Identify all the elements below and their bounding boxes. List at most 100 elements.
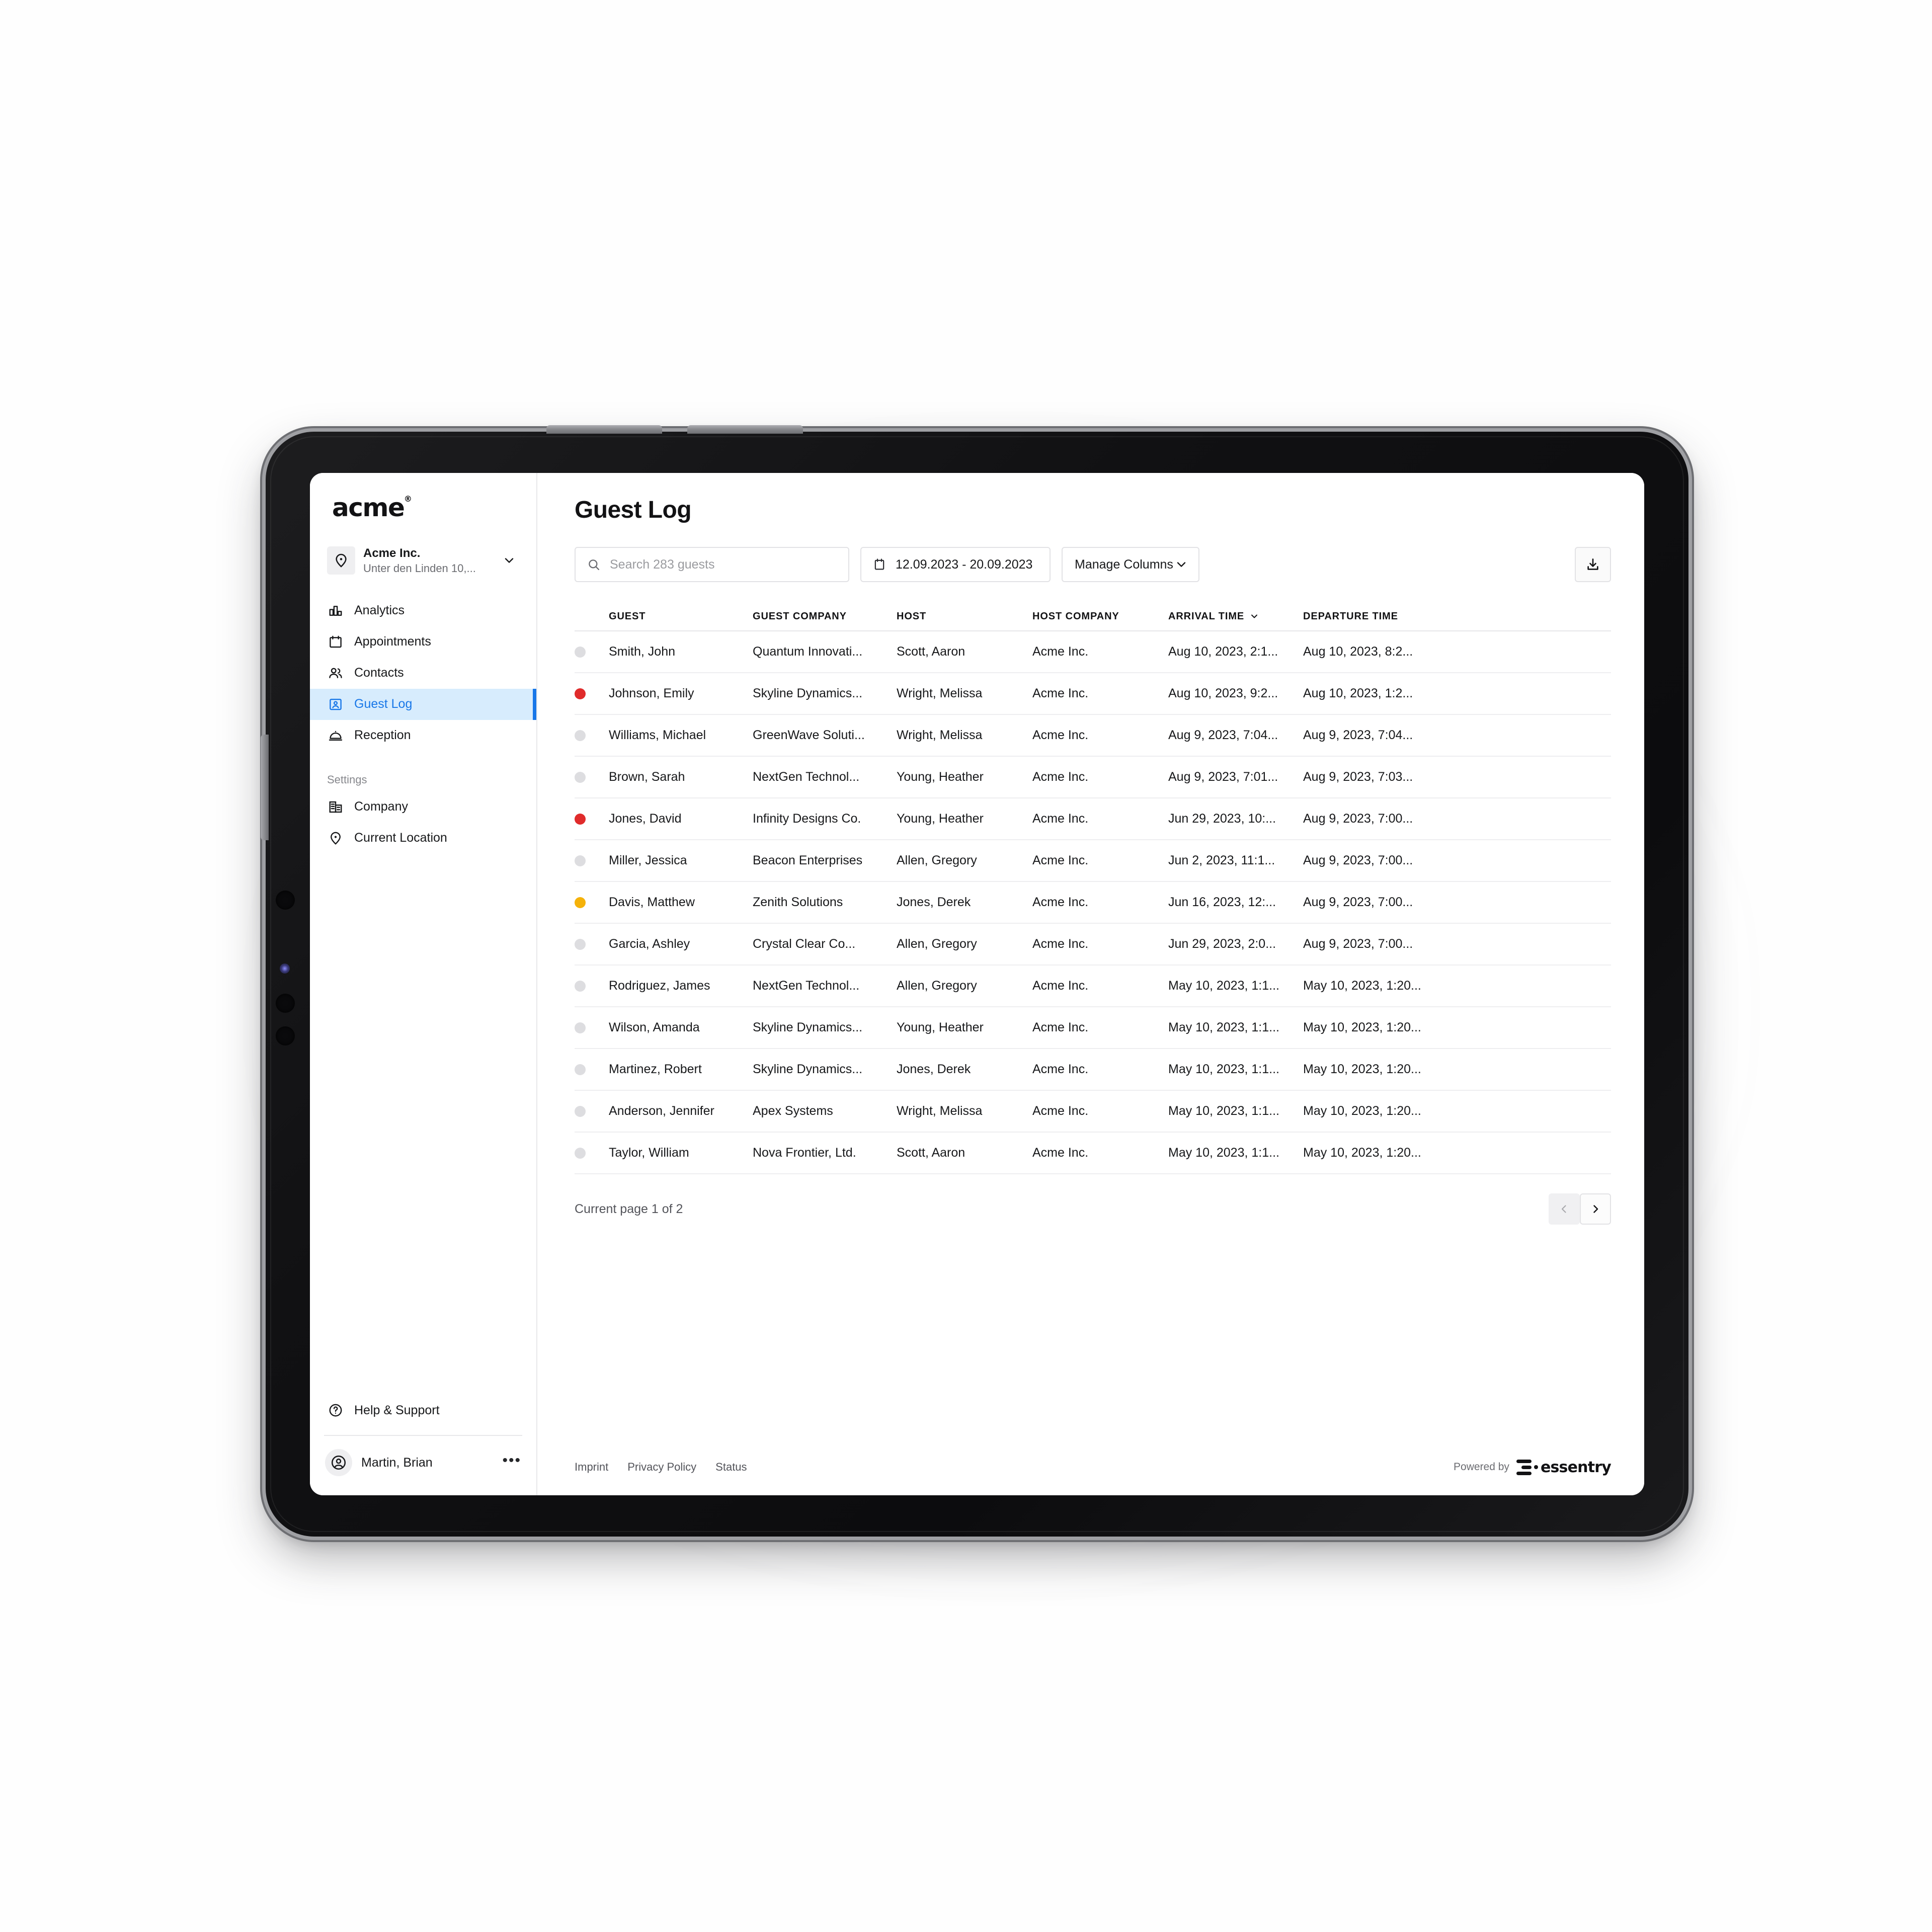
table-body: Smith, John Quantum Innovati... Scott, Aar…: [575, 631, 1611, 1174]
cell-host: Young, Heather: [897, 812, 984, 826]
volume-down-button[interactable]: [687, 425, 803, 434]
cell-departure-time: Aug 9, 2023, 7:00...: [1303, 937, 1413, 951]
sidebar-user-row[interactable]: Martin, Brian •••: [310, 1436, 536, 1495]
cell-host: Allen, Gregory: [897, 937, 977, 951]
powered-by: Powered by essentry: [1454, 1459, 1612, 1476]
cell-host: Allen, Gregory: [897, 979, 977, 993]
chevron-right-icon: [1589, 1203, 1601, 1215]
cell-departure-time: May 10, 2023, 1:20...: [1303, 979, 1421, 993]
sidebar: acme® Acme Inc. Unter den Linden 10,...: [310, 473, 537, 1495]
column-header-departure-time[interactable]: DEPARTURE TIME: [1303, 611, 1611, 622]
power-button[interactable]: [261, 735, 269, 840]
table-row[interactable]: Brown, Sarah NextGen Technol... Young, Hea…: [575, 757, 1611, 798]
cell-host: Wright, Melissa: [897, 1104, 983, 1118]
table-row[interactable]: Jones, David Infinity Designs Co. Young, H…: [575, 798, 1611, 840]
status-badge: [575, 688, 609, 699]
column-header-guest-company[interactable]: GUEST COMPANY: [753, 611, 897, 622]
table-row[interactable]: Davis, Matthew Zenith Solutions Jones, Der…: [575, 882, 1611, 924]
cell-guest: Taylor, William: [609, 1146, 689, 1160]
cell-guest: Johnson, Emily: [609, 686, 694, 700]
manage-columns-label: Manage Columns: [1075, 557, 1173, 572]
volume-up-button[interactable]: [546, 425, 662, 434]
pagination-next-button[interactable]: [1580, 1193, 1611, 1225]
column-header-host-company[interactable]: HOST COMPANY: [1032, 611, 1168, 622]
cell-arrival-time: Jun 29, 2023, 2:0...: [1168, 937, 1276, 951]
cell-host: Wright, Melissa: [897, 728, 983, 742]
cell-arrival-time: Aug 10, 2023, 9:2...: [1168, 686, 1278, 700]
cell-arrival-time: May 10, 2023, 1:1...: [1168, 1020, 1279, 1034]
cell-host: Allen, Gregory: [897, 853, 977, 867]
chevron-down-icon[interactable]: [502, 553, 518, 568]
table-row[interactable]: Smith, John Quantum Innovati... Scott, Aar…: [575, 631, 1611, 673]
sidebar-item-company[interactable]: Company: [310, 791, 536, 823]
table-row[interactable]: Anderson, Jennifer Apex Systems Wright, Me…: [575, 1091, 1611, 1133]
cell-guest: Wilson, Amanda: [609, 1020, 700, 1034]
column-header-arrival-time[interactable]: ARRIVAL TIME: [1168, 611, 1303, 622]
cell-departure-time: Aug 9, 2023, 7:00...: [1303, 895, 1413, 909]
status-dot-grey: [575, 1064, 586, 1075]
chevron-down-icon: [1249, 611, 1259, 621]
table-row[interactable]: Taylor, William Nova Frontier, Ltd. Scott,…: [575, 1133, 1611, 1174]
status-badge: [575, 938, 609, 950]
table-row[interactable]: Johnson, Emily Skyline Dynamics... Wright,…: [575, 673, 1611, 715]
org-switcher[interactable]: Acme Inc. Unter den Linden 10,...: [323, 542, 523, 579]
status-badge: [575, 855, 609, 866]
manage-columns-dropdown[interactable]: Manage Columns: [1062, 547, 1199, 582]
sidebar-item-help-support[interactable]: Help & Support: [310, 1395, 536, 1426]
cell-guest-company: Skyline Dynamics...: [753, 1020, 863, 1034]
table-row[interactable]: Garcia, Ashley Crystal Clear Co... Allen, …: [575, 924, 1611, 965]
footer-link-privacy-policy[interactable]: Privacy Policy: [627, 1461, 696, 1474]
column-header-guest[interactable]: GUEST: [609, 611, 753, 622]
sidebar-item-guest-log[interactable]: Guest Log: [310, 688, 536, 720]
cell-arrival-time: May 10, 2023, 1:1...: [1168, 1104, 1279, 1118]
sidebar-item-appointments[interactable]: Appointments: [310, 626, 536, 658]
cell-departure-time: Aug 9, 2023, 7:00...: [1303, 853, 1413, 867]
search-field[interactable]: [575, 547, 849, 582]
pagination-prev-button[interactable]: [1549, 1193, 1580, 1225]
sidebar-item-label: Current Location: [354, 831, 447, 845]
bar-chart-icon: [327, 602, 344, 619]
cell-arrival-time: Aug 9, 2023, 7:01...: [1168, 770, 1278, 784]
id-badge-icon: [327, 696, 344, 713]
cell-departure-time: Aug 10, 2023, 8:2...: [1303, 645, 1413, 659]
status-dot-grey: [575, 1022, 586, 1033]
powered-by-label: Powered by: [1454, 1461, 1509, 1473]
cell-guest: Miller, Jessica: [609, 853, 687, 867]
cell-arrival-time: Aug 9, 2023, 7:04...: [1168, 728, 1278, 742]
status-badge: [575, 1022, 609, 1033]
sidebar-item-current-location[interactable]: Current Location: [310, 823, 536, 854]
status-dot-grey: [575, 855, 586, 866]
date-range-picker[interactable]: 12.09.2023 - 20.09.2023: [860, 547, 1051, 582]
table-row[interactable]: Martinez, Robert Skyline Dynamics... Jones…: [575, 1049, 1611, 1091]
status-badge: [575, 771, 609, 783]
footer-link-imprint[interactable]: Imprint: [575, 1461, 608, 1474]
cell-host-company: Acme Inc.: [1032, 686, 1089, 700]
search-icon: [587, 557, 601, 572]
column-header-host[interactable]: HOST: [897, 611, 1032, 622]
cell-guest-company: Infinity Designs Co.: [753, 812, 861, 826]
sidebar-item-label: Appointments: [354, 634, 431, 649]
download-button[interactable]: [1575, 547, 1611, 582]
cell-host: Scott, Aaron: [897, 1146, 965, 1160]
ellipsis-icon[interactable]: •••: [502, 1453, 521, 1469]
search-input[interactable]: [610, 557, 837, 572]
table-row[interactable]: Miller, Jessica Beacon Enterprises Allen, …: [575, 840, 1611, 882]
guest-log-table: GUEST GUEST COMPANY HOST HOST COMPANY AR…: [575, 602, 1611, 1174]
sidebar-item-reception[interactable]: Reception: [310, 720, 536, 751]
brand-logo: acme ®: [310, 473, 536, 521]
table-row[interactable]: Rodriguez, James NextGen Technol... Allen,…: [575, 965, 1611, 1007]
sidebar-item-analytics[interactable]: Analytics: [310, 595, 536, 626]
footer-link-status[interactable]: Status: [715, 1461, 747, 1474]
user-circle-icon: [325, 1449, 352, 1476]
table-row[interactable]: Wilson, Amanda Skyline Dynamics... Young, …: [575, 1007, 1611, 1049]
sidebar-settings-nav: Company Current Location: [310, 791, 536, 854]
status-dot-grey: [575, 1147, 586, 1159]
app-screen: acme® Acme Inc. Unter den Linden 10,...: [310, 473, 1644, 1495]
status-dot-red: [575, 688, 586, 699]
table-row[interactable]: Williams, Michael GreenWave Soluti... Wrig…: [575, 715, 1611, 757]
cell-guest-company: Skyline Dynamics...: [753, 1062, 863, 1076]
cell-guest-company: NextGen Technol...: [753, 770, 860, 784]
sidebar-item-contacts[interactable]: Contacts: [310, 658, 536, 689]
status-badge: [575, 1147, 609, 1159]
